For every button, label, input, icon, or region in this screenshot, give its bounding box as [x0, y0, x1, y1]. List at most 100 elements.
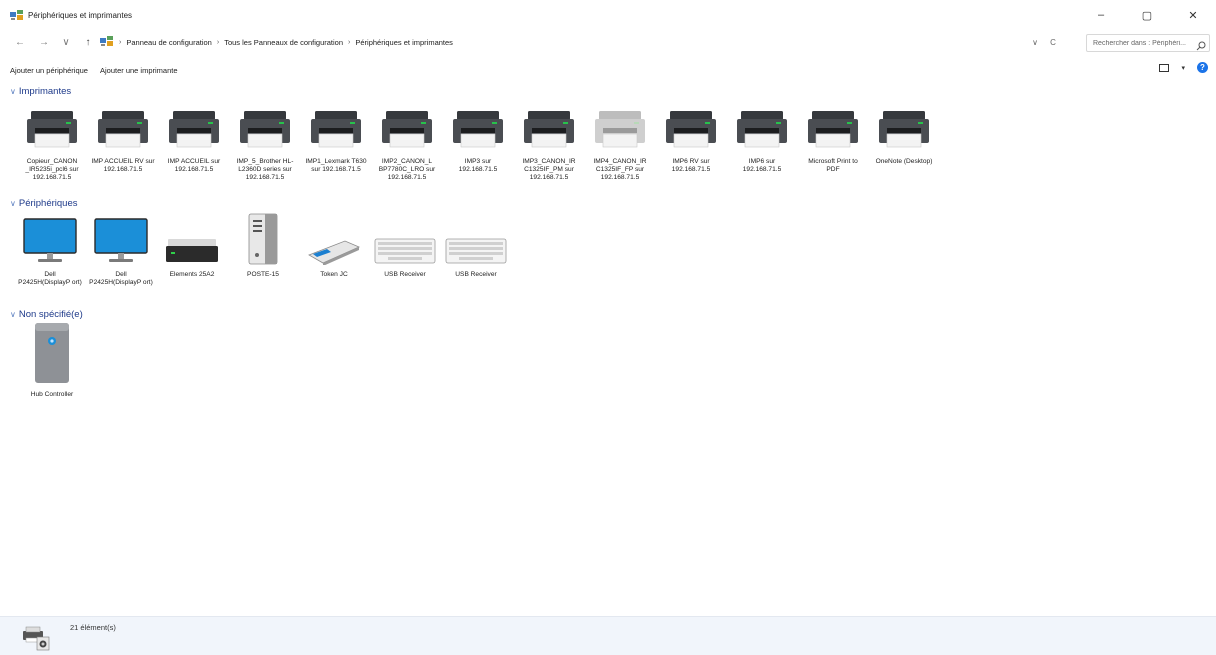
monitor-icon	[18, 211, 82, 265]
breadcrumb-devices-printers[interactable]: Périphériques et imprimantes	[355, 38, 453, 47]
add-device-button[interactable]: Ajouter un périphérique	[10, 66, 88, 75]
hub-controller-icon	[20, 317, 84, 385]
keyboard-icon	[373, 211, 437, 265]
printer-icon	[872, 98, 936, 152]
printer-icon	[801, 98, 865, 152]
printer-icon	[233, 98, 297, 152]
address-dropdown-button[interactable]: ∨	[1026, 38, 1044, 47]
device-item-label: Elements 25A2	[169, 271, 215, 278]
refresh-button[interactable]: C	[1044, 38, 1062, 47]
printer-item[interactable]: IMP1_Lexmark T630 sur 192.168.71.5	[304, 98, 368, 174]
view-options-icon[interactable]	[1159, 63, 1170, 72]
command-bar: Ajouter un périphérique Ajouter une impr…	[0, 60, 1216, 80]
chevron-down-icon: ∨	[10, 87, 16, 96]
printer-item-label: IMP4_CANON_IR C1325IF_FP sur 192.168.71.…	[593, 158, 647, 181]
printer-item-label: IMP_5_Brother HL-L2360D series sur 192.1…	[236, 158, 294, 181]
printer-item[interactable]: IMP ACCUEIL RV sur 192.168.71.5	[91, 98, 155, 174]
printer-item-label: IMP3 sur 192.168.71.5	[458, 158, 498, 173]
printer-item[interactable]: IMP3_CANON_IR C1325IF_PM sur 192.168.71.…	[517, 98, 581, 182]
chevron-right-icon: ›	[216, 38, 220, 46]
usb-token-icon	[302, 211, 366, 265]
control-panel-icon	[10, 9, 24, 21]
chevron-down-icon: ∨	[10, 199, 16, 208]
search-icon[interactable]	[1196, 38, 1206, 56]
control-panel-icon	[100, 33, 114, 51]
device-item-label: Dell P2425H(DisplayP ort)	[89, 271, 153, 286]
group-header-printers[interactable]: ∨ Imprimantes	[10, 86, 71, 97]
close-button[interactable]: ✕	[1170, 0, 1216, 30]
keyboard-icon	[444, 211, 508, 265]
external-drive-icon	[160, 211, 224, 265]
printer-item[interactable]: IMP6 sur 192.168.71.5	[730, 98, 794, 174]
device-item-label: USB Receiver	[455, 271, 497, 278]
printer-item-label: Microsoft Print to PDF	[808, 158, 858, 173]
minimize-button[interactable]: –	[1078, 0, 1124, 30]
printer-icon	[162, 98, 226, 152]
printer-item-label: IMP ACCUEIL sur 192.168.71.5	[167, 158, 221, 173]
printer-item-label: IMP1_Lexmark T630 sur 192.168.71.5	[305, 158, 367, 173]
printer-item[interactable]: IMP6 RV sur 192.168.71.5	[659, 98, 723, 174]
printer-item[interactable]: IMP3 sur 192.168.71.5	[446, 98, 510, 174]
device-item[interactable]: Dell P2425H(DisplayP ort)	[18, 211, 82, 287]
printer-item[interactable]: Copieur_CANON _IR5235i_pcl6 sur 192.168.…	[20, 98, 84, 182]
breadcrumb-control-panel[interactable]: Panneau de configuration	[126, 38, 212, 47]
search-placeholder: Rechercher dans : Périphéri...	[1093, 39, 1186, 47]
search-input[interactable]: Rechercher dans : Périphéri...	[1086, 34, 1210, 52]
breadcrumb-all-control-panels[interactable]: Tous les Panneaux de configuration	[224, 38, 343, 47]
printer-item-label: IMP3_CANON_IR C1325IF_PM sur 192.168.71.…	[522, 158, 576, 181]
printer-item[interactable]: IMP4_CANON_IR C1325IF_FP sur 192.168.71.…	[588, 98, 652, 182]
printer-icon	[517, 98, 581, 152]
title-bar: Périphériques et imprimantes – ▢ ✕	[0, 0, 1216, 30]
device-item[interactable]: POSTE-15	[231, 211, 295, 279]
maximize-button[interactable]: ▢	[1124, 0, 1170, 30]
printer-item-label: IMP6 sur 192.168.71.5	[742, 158, 782, 173]
printer-item[interactable]: IMP2_CANON_L BP7780C_LRO sur 192.168.71.…	[375, 98, 439, 182]
window-title: Périphériques et imprimantes	[28, 10, 133, 20]
unspecified-item[interactable]: Hub Controller	[20, 317, 84, 399]
device-item[interactable]: Token JC	[302, 211, 366, 279]
device-item-label: Token JC	[320, 271, 348, 278]
printer-item-label: Copieur_CANON _IR5235i_pcl6 sur 192.168.…	[25, 158, 79, 181]
add-printer-button[interactable]: Ajouter une imprimante	[100, 66, 178, 75]
help-icon[interactable]: ?	[1197, 62, 1208, 73]
monitor-icon	[89, 211, 153, 265]
printer-icon	[375, 98, 439, 152]
printer-icon	[659, 98, 723, 152]
printer-item[interactable]: Microsoft Print to PDF	[801, 98, 865, 174]
printer-item-label: IMP6 RV sur 192.168.71.5	[671, 158, 711, 173]
item-count: 21 élément(s)	[70, 623, 116, 632]
printer-item[interactable]: OneNote (Desktop)	[872, 98, 936, 166]
unspecified-item-label: Hub Controller	[30, 391, 74, 398]
computer-tower-icon	[231, 211, 295, 265]
device-item-label: POSTE-15	[247, 271, 279, 278]
recent-locations-button[interactable]: ∨	[58, 32, 74, 52]
window-controls: – ▢ ✕	[1078, 0, 1216, 30]
printer-item-label: IMP2_CANON_L BP7780C_LRO sur 192.168.71.…	[378, 158, 436, 181]
device-item-label: USB Receiver	[384, 271, 426, 278]
printer-item[interactable]: IMP_5_Brother HL-L2360D series sur 192.1…	[233, 98, 297, 182]
status-bar: 21 élément(s)	[0, 616, 1216, 655]
devices-printers-icon	[21, 625, 53, 655]
device-item[interactable]: Dell P2425H(DisplayP ort)	[89, 211, 153, 287]
printer-item-label: OneNote (Desktop)	[875, 158, 933, 165]
navigation-bar: ← → ∨ ↑ › Panneau de configuration › Tou…	[0, 30, 1216, 54]
device-item[interactable]: USB Receiver	[444, 211, 508, 279]
printer-icon	[446, 98, 510, 152]
forward-button[interactable]: →	[36, 32, 52, 52]
device-item[interactable]: Elements 25A2	[160, 211, 224, 279]
printer-icon	[588, 98, 652, 152]
up-button[interactable]: ↑	[80, 32, 96, 52]
device-item[interactable]: USB Receiver	[373, 211, 437, 279]
chevron-down-icon: ∨	[10, 310, 16, 319]
printer-item-label: IMP ACCUEIL RV sur 192.168.71.5	[91, 158, 155, 173]
address-bar[interactable]: › Panneau de configuration › Tous les Pa…	[98, 32, 1062, 52]
printer-icon	[304, 98, 368, 152]
printer-item[interactable]: IMP ACCUEIL sur 192.168.71.5	[162, 98, 226, 174]
printer-icon	[20, 98, 84, 152]
group-header-devices[interactable]: ∨ Périphériques	[10, 198, 77, 209]
chevron-right-icon: ›	[348, 38, 351, 46]
device-item-label: Dell P2425H(DisplayP ort)	[18, 271, 82, 286]
chevron-down-icon[interactable]: ▾	[1181, 64, 1185, 72]
back-button[interactable]: ←	[12, 32, 28, 52]
chevron-right-icon: ›	[119, 38, 122, 46]
